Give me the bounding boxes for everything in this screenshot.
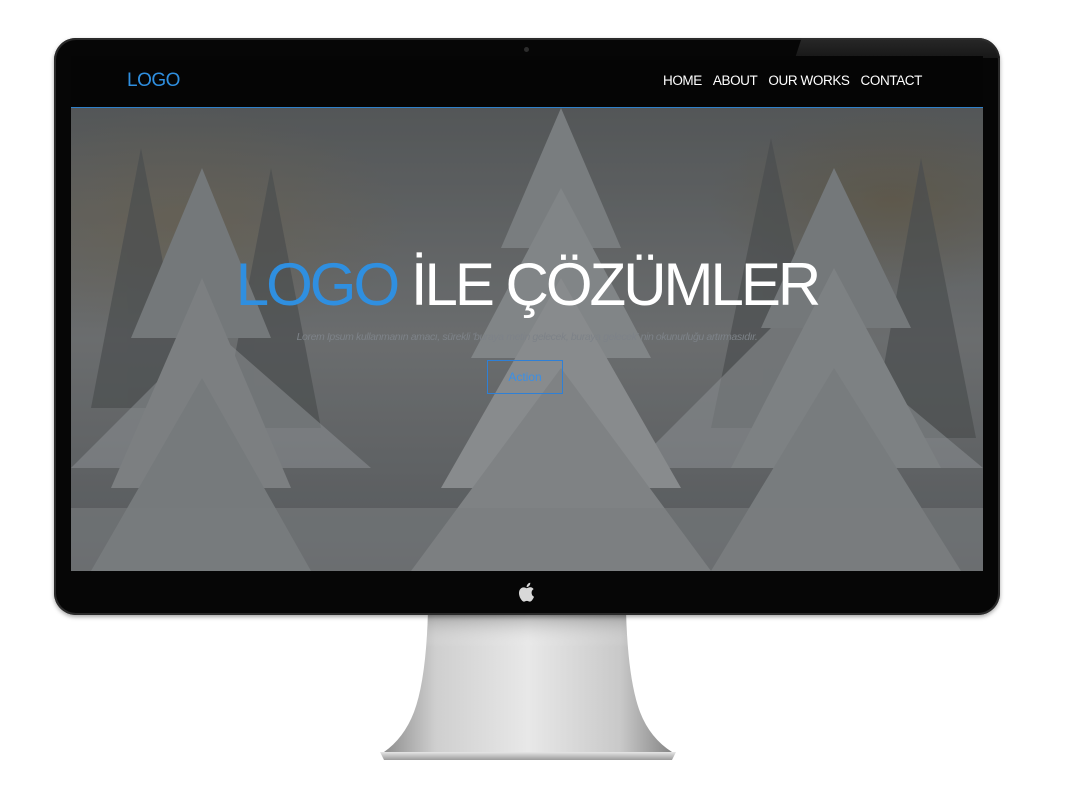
navbar: LOGO HOME ABOUT OUR WORKS CONTACT: [71, 56, 983, 108]
hero-subtitle: Lorem Ipsum kullanmanın amacı, sürekli '…: [296, 331, 758, 343]
monitor-frame: LOGO HOME ABOUT OUR WORKS CONTACT LOGO İ…: [54, 38, 1000, 615]
nav-item-home[interactable]: HOME: [663, 73, 702, 88]
nav-menu: HOME ABOUT OUR WORKS CONTACT: [663, 73, 922, 88]
hero-title-rest: İLE ÇÖZÜMLER: [397, 251, 821, 318]
screen: LOGO HOME ABOUT OUR WORKS CONTACT LOGO İ…: [71, 56, 983, 571]
nav-item-our-works[interactable]: OUR WORKS: [768, 73, 850, 88]
frame-glare: [795, 38, 1000, 58]
nav-logo[interactable]: LOGO: [127, 70, 180, 92]
hero-section: LOGO İLE ÇÖZÜMLER Lorem Ipsum kullanmanı…: [71, 108, 983, 571]
camera-icon: [524, 47, 529, 52]
nav-item-about[interactable]: ABOUT: [713, 73, 758, 88]
action-button[interactable]: Action: [487, 360, 563, 394]
apple-icon: [519, 582, 534, 602]
hero-title-accent: LOGO: [235, 251, 400, 318]
nav-item-contact[interactable]: CONTACT: [861, 73, 923, 88]
hero-title: LOGO İLE ÇÖZÜMLER: [71, 250, 983, 320]
